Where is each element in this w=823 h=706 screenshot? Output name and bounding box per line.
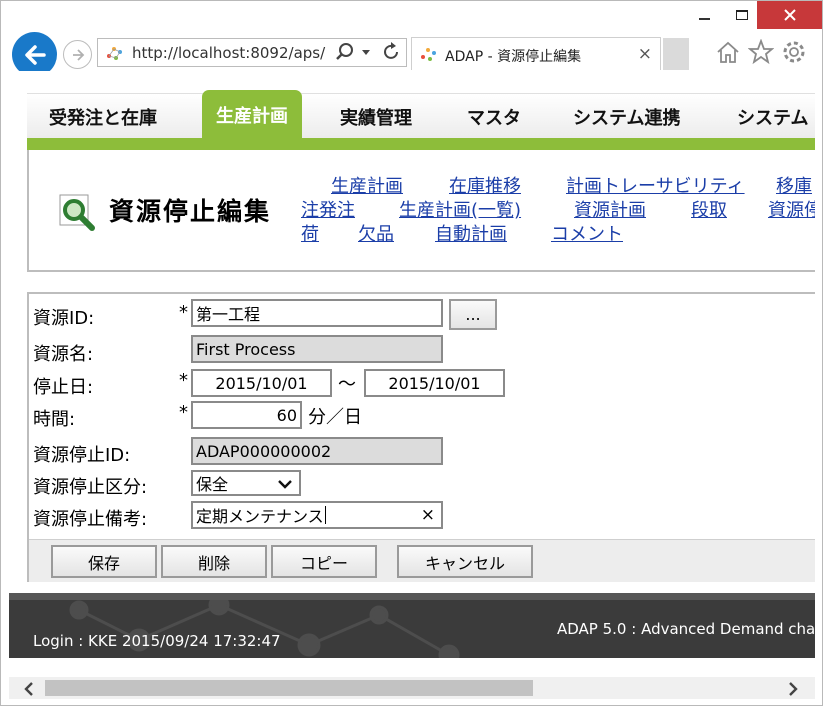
tab-production-planning[interactable]: 生産計画 [202,90,302,139]
browser-window: http://localhost:8092/aps/ ADAP - 資源停止編集… [0,0,823,706]
tab-orders-inventory[interactable]: 受発注と在庫 [49,94,157,139]
clear-icon[interactable]: × [421,505,435,525]
edit-form: 資源ID: * 第一工程 ... 資源名: First Process 停止日:… [27,292,815,582]
save-button[interactable]: 保存 [51,545,157,578]
resource-name-field: First Process [191,335,443,363]
menu-link-shortage[interactable]: 欠品 [358,220,394,246]
stop-date-to-input[interactable]: 2015/10/01 [364,369,505,397]
resource-lookup-button[interactable]: ... [449,299,497,330]
minimize-button[interactable] [681,1,727,29]
tab-system[interactable]: システム [737,94,808,139]
time-label: 時間: [33,409,76,430]
required-mark: * [179,402,188,423]
menu-link-resource-stop[interactable]: 資源停 [768,196,815,222]
menu-link-plan-traceability[interactable]: 計画トレーサビリティ [566,172,745,198]
tab-favicon-icon [421,48,436,61]
menu-link-inventory-trend[interactable]: 在庫推移 [449,172,521,198]
maximize-button[interactable] [727,1,757,29]
tab-title: ADAP - 資源停止編集 [445,49,582,65]
new-tab-button[interactable] [663,38,689,70]
scroll-right-icon[interactable] [787,682,799,696]
stop-note-input[interactable]: 定期メンテナンス × [191,501,443,529]
chevron-down-icon[interactable] [361,49,371,57]
resource-id-input[interactable]: 第一工程 [191,299,443,327]
menu-link-production-plan[interactable]: 生産計画 [331,172,403,198]
resource-name-label: 資源名: [33,344,94,365]
tab-system-integration[interactable]: システム連携 [573,94,680,139]
time-unit: 分／日 [308,407,362,428]
stop-id-label: 資源停止ID: [33,445,131,466]
home-icon[interactable] [715,40,741,64]
cancel-button[interactable]: キャンセル [397,545,533,578]
site-favicon-icon [107,47,122,60]
nav-underline [27,138,815,150]
date-range-separator: 〜 [338,374,356,395]
menu-link-purchase-order[interactable]: 注発注 [301,196,355,222]
stop-type-label: 資源停止区分: [33,477,148,498]
menu-link-production-plan-list[interactable]: 生産計画(一覧) [399,196,521,222]
login-info: Login : KKE 2015/09/24 17:32:47 [33,632,281,650]
arrow-right-icon [72,48,84,61]
star-icon[interactable] [748,39,774,65]
time-input[interactable]: 60 [191,401,302,429]
close-window-button[interactable] [757,1,822,29]
page-viewport: 受発注と在庫 生産計画 実績管理 マスタ システム連携 システム 資源停止編集 … [9,71,815,677]
top-navigation: 受発注と在庫 生産計画 実績管理 マスタ システム連携 システム [27,90,815,139]
tab-close-icon[interactable]: × [638,44,652,64]
url-text[interactable]: http://localhost:8092/aps/ [132,44,325,62]
horizontal-scrollbar[interactable] [9,677,815,699]
stop-note-label: 資源停止備考: [33,509,148,530]
stop-date-label: 停止日: [33,377,94,398]
maximize-icon [736,10,748,20]
delete-button[interactable]: 削除 [161,545,267,578]
text-cursor [324,506,326,524]
tab-results-management[interactable]: 実績管理 [340,94,412,139]
menu-link-setup[interactable]: 段取 [691,196,727,222]
stop-id-field: ADAP000000002 [191,437,443,465]
magnifier-icon [59,194,95,231]
page-footer: Login : KKE 2015/09/24 17:32:47 ADAP 5.0… [9,593,815,658]
stop-date-from-input[interactable]: 2015/10/01 [191,369,332,397]
button-bar: 保存 削除 コピー キャンセル [29,539,815,582]
menu-link-shipment[interactable]: 荷 [301,220,319,246]
menu-link-comment[interactable]: コメント [551,220,623,246]
tab-master[interactable]: マスタ [467,94,521,139]
search-icon[interactable] [335,42,355,62]
scroll-left-icon[interactable] [23,682,35,696]
minimize-icon [698,18,710,20]
stop-type-select[interactable]: 保全 [191,470,301,496]
required-mark: * [179,302,188,323]
forward-button[interactable] [63,40,92,69]
gear-icon[interactable] [781,39,807,65]
refresh-icon[interactable] [381,41,401,63]
menu-link-transfer[interactable]: 移庫 [776,172,812,198]
close-icon [784,9,796,21]
scrollbar-thumb[interactable] [45,680,533,696]
copy-button[interactable]: コピー [271,545,377,578]
page-header: 資源停止編集 生産計画 在庫推移 計画トレーサビリティ 移庫 注発注 生産計画(… [27,150,815,272]
menu-link-resource-plan[interactable]: 資源計画 [574,196,646,222]
menu-link-auto-plan[interactable]: 自動計画 [435,220,507,246]
stop-note-value: 定期メンテナンス [196,507,324,526]
resource-id-label: 資源ID: [33,308,95,329]
stop-type-value: 保全 [196,475,229,494]
app-name: ADAP 5.0 : Advanced Demand cha [557,620,815,638]
page-title: 資源停止編集 [109,197,272,226]
chevron-down-icon [278,480,292,489]
required-mark: * [179,370,188,391]
browser-tab[interactable]: ADAP - 資源停止編集 × [411,37,661,70]
arrow-left-icon [24,44,46,65]
